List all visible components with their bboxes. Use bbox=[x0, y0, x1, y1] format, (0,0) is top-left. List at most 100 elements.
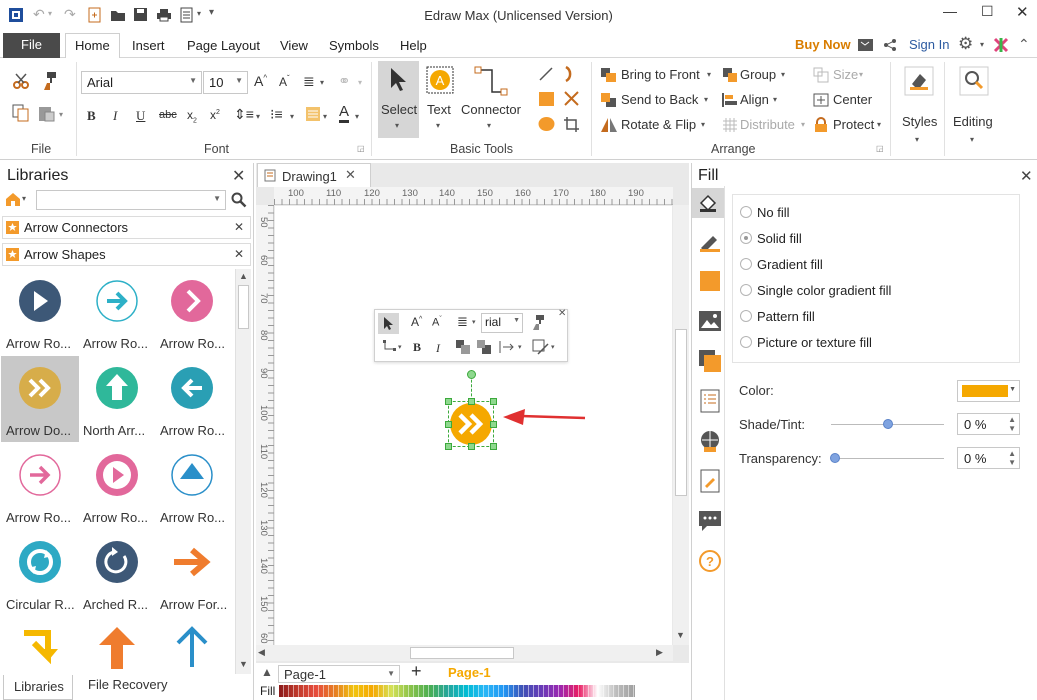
resize-handle[interactable] bbox=[490, 421, 497, 428]
shape-arrow-round-right-pink[interactable]: Arrow Ro... bbox=[1, 443, 79, 529]
strikethrough-button[interactable]: abc bbox=[159, 109, 177, 121]
scroll-down-icon[interactable]: ▼ bbox=[676, 630, 685, 640]
distribute-button[interactable]: Distribute ▾ bbox=[722, 116, 810, 136]
send-to-back-button[interactable]: Send to Back ▾ bbox=[600, 91, 718, 111]
link-dropdown-icon[interactable]: ▾ bbox=[358, 78, 362, 87]
transparency-slider[interactable] bbox=[831, 458, 944, 459]
shape-arched-refresh-dark[interactable]: Arched R... bbox=[78, 530, 156, 616]
font-size-select[interactable]: 10 ▼ bbox=[203, 71, 248, 94]
resize-handle[interactable] bbox=[468, 443, 475, 450]
transparency-slider-thumb[interactable] bbox=[830, 453, 840, 463]
shape-arrow-round-right-teal[interactable]: Arrow Ro... bbox=[78, 269, 156, 355]
radio-pattern-fill[interactable] bbox=[740, 310, 752, 322]
maximize-button[interactable]: ☐ bbox=[981, 3, 994, 20]
layers-icon[interactable] bbox=[697, 348, 723, 374]
app-theme-icon[interactable] bbox=[993, 37, 1009, 53]
copy-icon[interactable] bbox=[12, 104, 30, 122]
font-color-icon[interactable]: A bbox=[339, 104, 350, 123]
scroll-left-icon[interactable]: ◀ bbox=[258, 647, 265, 658]
shape-arrow-round-up-blue[interactable]: Arrow Ro... bbox=[155, 443, 233, 529]
resize-handle[interactable] bbox=[445, 421, 452, 428]
spinner-arrows-icon[interactable]: ▲ ▼ bbox=[1008, 449, 1016, 467]
line-spacing-dropdown-icon[interactable]: ▾ bbox=[256, 112, 260, 121]
resize-handle[interactable] bbox=[445, 398, 452, 405]
rotation-handle[interactable] bbox=[467, 370, 476, 379]
shadow-icon[interactable] bbox=[697, 268, 723, 294]
color-palette[interactable] bbox=[279, 685, 635, 697]
text-highlight-icon[interactable] bbox=[305, 106, 321, 122]
comment-icon[interactable] bbox=[697, 508, 723, 534]
settings-gear-icon[interactable]: ⚙ bbox=[958, 34, 973, 54]
spinner-arrows-icon[interactable]: ▲ ▼ bbox=[1008, 415, 1016, 433]
crop-tool-icon[interactable] bbox=[563, 116, 580, 133]
tab-view[interactable]: View bbox=[280, 38, 308, 53]
fill-option-single-color-gradient[interactable]: Single color gradient fill bbox=[740, 283, 891, 298]
select-tool-button[interactable]: Select ▾ bbox=[378, 61, 419, 138]
cut-icon[interactable] bbox=[12, 72, 32, 90]
floating-align-dropdown-icon[interactable]: ▾ bbox=[472, 318, 476, 326]
shape-arrow-up-orange[interactable] bbox=[78, 617, 156, 674]
library-section-arrow-connectors[interactable]: Arrow Connectors ✕ bbox=[2, 216, 251, 239]
shape-arrow-down-yellow[interactable] bbox=[1, 617, 79, 674]
scroll-up-icon[interactable]: ▲ bbox=[239, 271, 248, 281]
radio-gradient-fill[interactable] bbox=[740, 258, 752, 270]
note-icon[interactable] bbox=[697, 468, 723, 494]
shade-tint-input[interactable]: 0 % ▲ ▼ bbox=[957, 413, 1020, 435]
increase-font-icon[interactable]: A^ bbox=[254, 73, 267, 89]
export-icon[interactable] bbox=[180, 7, 194, 23]
scroll-right-icon[interactable]: ▶ bbox=[656, 647, 663, 658]
canvas-vertical-scrollbar[interactable]: ▼ bbox=[673, 205, 689, 645]
decrease-font-icon[interactable]: Aˇ bbox=[279, 74, 290, 89]
close-section-icon[interactable]: ✕ bbox=[234, 247, 244, 261]
arc-tool-icon[interactable] bbox=[563, 65, 579, 83]
transparency-input[interactable]: 0 % ▲ ▼ bbox=[957, 447, 1020, 469]
fill-option-no-fill[interactable]: No fill bbox=[740, 205, 790, 220]
close-document-icon[interactable]: ✕ bbox=[345, 167, 356, 183]
floating-font-select[interactable]: rial ▼ bbox=[481, 313, 523, 333]
radio-no-fill[interactable] bbox=[740, 206, 752, 218]
center-button[interactable]: Center bbox=[813, 91, 873, 111]
shape-arrow-round-play-pink[interactable]: Arrow Ro... bbox=[78, 443, 156, 529]
font-dialog-launcher-icon[interactable]: ◲ bbox=[357, 144, 365, 153]
resize-handle[interactable] bbox=[445, 443, 452, 450]
link-icon[interactable]: ⚭ bbox=[338, 72, 351, 90]
color-picker[interactable]: ▼ bbox=[957, 380, 1020, 402]
floating-align-objects-dropdown-icon[interactable]: ▾ bbox=[518, 343, 522, 351]
libraries-tab[interactable]: Libraries bbox=[3, 675, 73, 700]
tab-home[interactable]: Home bbox=[75, 38, 110, 53]
ellipse-tool-icon[interactable] bbox=[538, 116, 555, 132]
line-tool-icon[interactable] bbox=[538, 66, 554, 82]
align-dropdown-icon[interactable]: ▾ bbox=[320, 78, 324, 87]
bold-button[interactable]: B bbox=[87, 108, 96, 124]
rectangle-tool-icon[interactable] bbox=[538, 91, 555, 107]
search-icon[interactable] bbox=[231, 192, 247, 208]
floating-format-painter-icon[interactable] bbox=[530, 314, 546, 331]
feedback-icon[interactable] bbox=[857, 38, 874, 52]
print-icon[interactable] bbox=[156, 8, 172, 22]
export-dropdown-icon[interactable]: ▾ bbox=[197, 9, 201, 18]
arrange-dialog-launcher-icon[interactable]: ◲ bbox=[876, 144, 884, 153]
undo-icon[interactable]: ↶ bbox=[33, 6, 45, 23]
shape-arrow-round-play-dark[interactable]: Arrow Ro... bbox=[1, 269, 79, 355]
protect-button[interactable]: Protect ▾ bbox=[813, 116, 888, 136]
help-icon[interactable]: ? bbox=[697, 548, 723, 574]
resize-handle[interactable] bbox=[490, 443, 497, 450]
shape-arrow-double-chevron-gold[interactable]: Arrow Do... bbox=[1, 356, 79, 442]
group-button[interactable]: Group ▾ bbox=[722, 66, 792, 86]
highlight-dropdown-icon[interactable]: ▾ bbox=[323, 112, 327, 121]
fill-option-solid-fill[interactable]: Solid fill bbox=[740, 231, 802, 246]
shape-arrow-round-left-teal[interactable]: Arrow Ro... bbox=[155, 356, 233, 442]
scroll-thumb[interactable] bbox=[410, 647, 514, 659]
floating-connector-icon[interactable] bbox=[382, 339, 398, 355]
close-fill-panel-button[interactable]: ✕ bbox=[1020, 167, 1033, 185]
shade-tint-slider-thumb[interactable] bbox=[883, 419, 893, 429]
radio-single-color-gradient[interactable] bbox=[740, 284, 752, 296]
line-spacing-icon[interactable]: ⇕≡ bbox=[234, 106, 254, 123]
paste-icon[interactable] bbox=[38, 104, 56, 122]
file-menu-button[interactable]: File bbox=[3, 33, 60, 58]
add-page-button[interactable]: + bbox=[411, 661, 422, 682]
connector-tool-button[interactable]: Connector ▾ bbox=[459, 61, 524, 138]
floating-bring-front-icon[interactable] bbox=[455, 339, 471, 355]
resize-handle[interactable] bbox=[468, 398, 475, 405]
bring-to-front-button[interactable]: Bring to Front ▾ bbox=[600, 66, 718, 86]
